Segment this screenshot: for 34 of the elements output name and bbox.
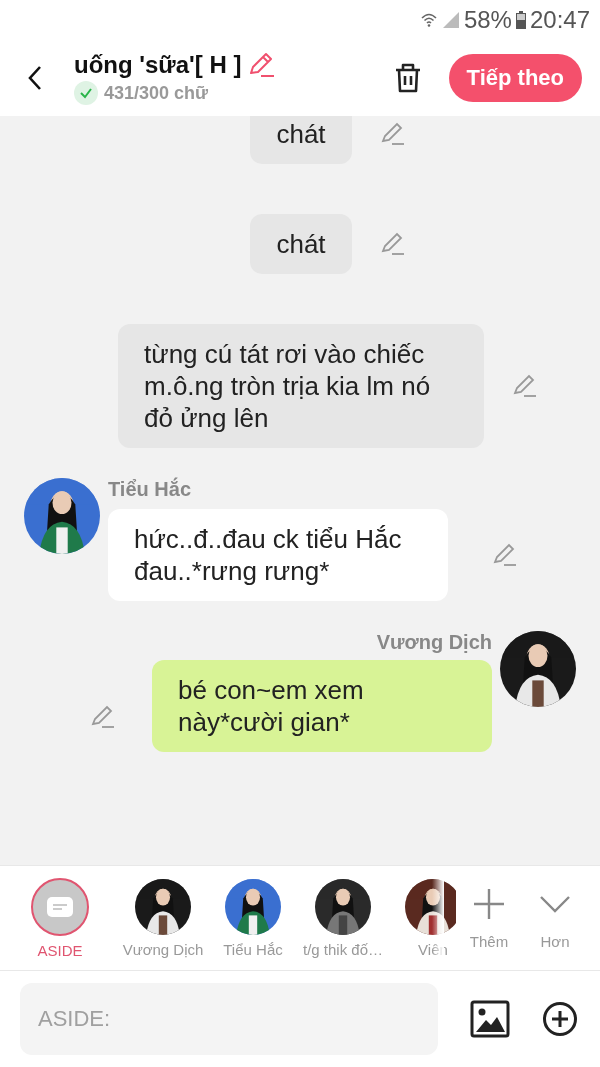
story-title: uống 'sữa'[ H ]: [74, 51, 242, 79]
character-option[interactable]: Vương Dịch: [120, 878, 206, 958]
edit-icon[interactable]: [90, 703, 116, 730]
message-bubble: hức..đ..đau ck tiểu Hắc đau..*rưng rưng*: [108, 509, 448, 601]
character-option[interactable]: Viên: [390, 878, 456, 958]
text-input[interactable]: ASIDE:: [20, 983, 438, 1055]
character-option[interactable]: ASIDE: [16, 877, 104, 959]
add-circle-icon[interactable]: [542, 1001, 578, 1037]
word-count: 431/300 chữ: [104, 82, 209, 104]
edit-title-icon[interactable]: [247, 51, 276, 79]
more-button[interactable]: Hơn: [522, 886, 588, 950]
battery-percent: 58%: [463, 6, 512, 34]
character-name: Vương Dịch: [376, 631, 492, 654]
aside-bubble: chát: [250, 116, 352, 164]
wifi-icon: [419, 11, 438, 29]
character-option[interactable]: Tiểu Hắc: [210, 878, 296, 958]
character-option[interactable]: t/g thik đố…: [300, 878, 386, 958]
aside-bubble: chát: [250, 214, 352, 274]
plus-icon: [472, 886, 506, 921]
signal-icon: [441, 11, 460, 29]
add-button[interactable]: Thêm: [456, 886, 522, 950]
back-button[interactable]: [28, 65, 42, 91]
battery-icon: [515, 11, 526, 29]
character-name: Tiểu Hắc: [108, 478, 192, 501]
next-button[interactable]: Tiếp theo: [448, 54, 582, 102]
edit-icon[interactable]: [379, 121, 406, 147]
edit-icon[interactable]: [512, 373, 538, 399]
edit-icon[interactable]: [379, 231, 406, 257]
note-icon: [47, 896, 73, 917]
clock: 20:47: [529, 6, 590, 34]
message-bubble: bé con~em xem này*cười gian*: [152, 660, 492, 752]
edit-icon[interactable]: [492, 541, 518, 568]
image-icon[interactable]: [470, 1000, 510, 1038]
aside-bubble: từng cú tát rơi vào chiếc m.ô.ng tròn trịa kia lm nó đỏ ửng lên: [118, 324, 484, 448]
